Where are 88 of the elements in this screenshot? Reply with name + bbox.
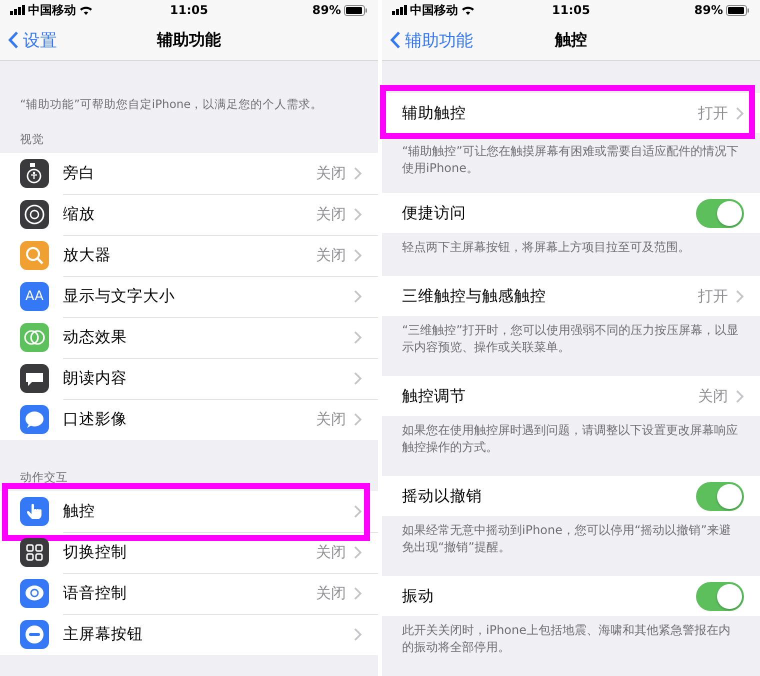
row-label: 三维触控与触感触控 <box>402 286 547 306</box>
row-label: 触控调节 <box>402 386 467 406</box>
settings-row[interactable]: 触控 <box>63 490 378 532</box>
chevron-icon <box>354 546 362 558</box>
feature-icon: AA <box>20 282 49 311</box>
row-value: 关闭 <box>316 584 346 602</box>
battery-percent: 89% <box>694 3 723 17</box>
signal-icon <box>10 5 25 15</box>
status-time: 11:05 <box>170 3 208 17</box>
row-label: 口述影像 <box>63 409 128 430</box>
row-label: 摇动以撤销 <box>402 486 483 506</box>
footer-note: 轻点两下主屏幕按钮，将屏幕上方项目拉至可及范围。 <box>401 239 691 256</box>
footer-note: 此开关关闭时，iPhone上包括地震、海啸和其他紧急警报在内的振动将全部停用。 <box>401 622 732 656</box>
row-label: 语音控制 <box>63 582 128 604</box>
row-label: 朗读内容 <box>63 368 128 388</box>
chevron-icon <box>354 330 362 344</box>
settings-row[interactable]: 放大器 关闭 <box>63 234 378 276</box>
wifi-icon <box>79 5 93 15</box>
chevron-icon <box>354 372 362 384</box>
row-label: 旁白 <box>63 162 96 184</box>
nav-title: 辅助功能 <box>157 30 221 50</box>
chevron-icon <box>354 586 362 600</box>
nav-title: 触控 <box>555 30 587 50</box>
row-value: 打开 <box>698 286 728 306</box>
settings-row[interactable]: 缩放 关闭 <box>63 194 378 236</box>
chevron-icon <box>736 390 744 402</box>
settings-row[interactable]: 切换控制 关闭 <box>63 532 378 574</box>
settings-row[interactable]: 触控调节 关闭 <box>382 376 760 416</box>
footer-note: 如果经常无意中摇动到iPhone，您可以停用“摇动以撤销”来避免出现“撤销”提醒。 <box>401 522 732 556</box>
chevron-icon <box>736 290 744 302</box>
carrier-name: 中国移动 <box>28 2 76 18</box>
row-label: 振动 <box>402 586 435 606</box>
chevron-icon <box>354 413 362 426</box>
carrier-name: 中国移动 <box>410 2 458 18</box>
row-label: 切换控制 <box>63 542 128 562</box>
battery-icon <box>726 4 750 16</box>
row-label: 缩放 <box>63 204 96 224</box>
row-label: 便捷访问 <box>402 202 467 224</box>
footer-note: “辅助触控”可让您在触摸屏幕有困难或需要自适应配件的情况下使用iPhone。 <box>401 143 740 177</box>
settings-row[interactable]: 主屏幕按钮 <box>63 614 378 655</box>
row-label: 触控 <box>63 500 96 522</box>
row-label: 动态效果 <box>63 326 128 348</box>
row-label: 主屏幕按钮 <box>63 624 144 645</box>
settings-row[interactable]: 显示与文字大小 <box>63 276 378 318</box>
row-label: 显示与文字大小 <box>63 286 176 306</box>
settings-row[interactable]: 振动 <box>382 576 760 616</box>
battery-icon <box>344 4 368 16</box>
footer-note: 如果您在使用触控屏时遇到问题，请调整以下设置更改屏幕响应触控操作的方式。 <box>401 422 739 456</box>
chevron-icon <box>354 248 362 262</box>
chevron-icon <box>354 504 362 518</box>
back-icon <box>390 31 401 49</box>
battery-percent: 89% <box>312 3 341 17</box>
section-header: 动作交互 <box>19 469 69 486</box>
signal-icon <box>392 5 407 15</box>
chevron-icon <box>354 166 362 180</box>
settings-row[interactable]: 三维触控与触感触控 打开 <box>382 276 760 316</box>
row-value: 关闭 <box>698 386 728 406</box>
toggle-switch[interactable] <box>696 582 744 610</box>
chevron-icon <box>354 628 362 641</box>
settings-row[interactable]: 摇动以撤销 <box>382 476 760 516</box>
settings-row[interactable]: 便捷访问 <box>382 193 760 233</box>
wifi-icon <box>461 5 475 15</box>
row-value: 关闭 <box>316 246 346 264</box>
row-value: 打开 <box>698 104 728 122</box>
footer-note: “三维触控”打开时，您可以使用强弱不同的压力按压屏幕，以显示内容预览、操作或关联菜单。 <box>401 322 740 356</box>
row-label: 辅助触控 <box>402 102 467 124</box>
back-button[interactable]: 辅助功能 <box>390 28 473 52</box>
settings-row[interactable]: 辅助触控 打开 <box>382 93 760 133</box>
settings-row[interactable]: 动态效果 <box>63 316 378 358</box>
row-value: 关闭 <box>316 204 346 224</box>
toggle-switch[interactable] <box>696 198 744 228</box>
settings-row[interactable]: 旁白 关闭 <box>63 152 378 194</box>
chevron-icon <box>354 290 362 302</box>
settings-row[interactable]: 语音控制 关闭 <box>63 572 378 614</box>
chevron-icon <box>736 106 744 120</box>
toggle-switch[interactable] <box>696 482 744 510</box>
settings-row[interactable]: 口述影像 关闭 <box>63 399 378 440</box>
back-button[interactable]: 设置 <box>8 28 57 52</box>
chevron-icon <box>354 208 362 220</box>
row-value: 关闭 <box>316 542 346 562</box>
back-icon <box>8 31 19 49</box>
row-label: 放大器 <box>63 244 112 266</box>
row-value: 关闭 <box>316 410 346 429</box>
status-time: 11:05 <box>552 3 590 17</box>
section-header: 视觉 <box>19 131 45 148</box>
settings-row[interactable]: 朗读内容 <box>63 358 378 400</box>
description-text: “辅助功能”可帮助您自定iPhone，以满足您的个人需求。 <box>19 96 324 112</box>
row-value: 关闭 <box>316 164 346 182</box>
